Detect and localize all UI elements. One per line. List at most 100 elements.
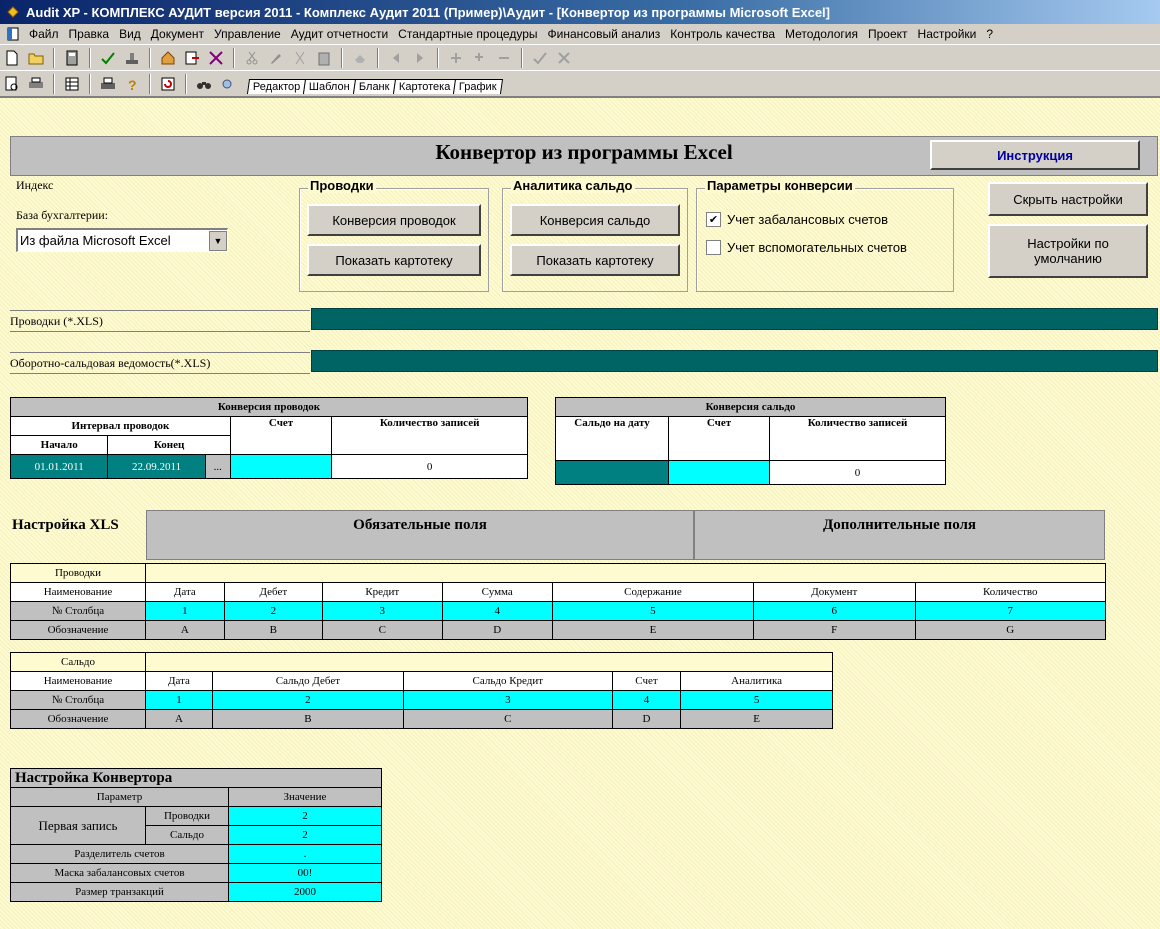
paste-icon[interactable]: [313, 47, 335, 69]
excel-icon[interactable]: [205, 47, 227, 69]
xls-p-sym: F: [752, 620, 916, 640]
xls-p-col-input[interactable]: 6: [752, 601, 916, 621]
xls-p-sym: A: [145, 620, 225, 640]
chevron-down-icon[interactable]: ▼: [209, 230, 227, 251]
xls-p-name: Кредит: [321, 582, 443, 602]
document-icon[interactable]: [6, 27, 20, 41]
binoculars-icon[interactable]: [193, 73, 215, 95]
date-picker-button[interactable]: ...: [204, 454, 231, 479]
convert-saldo-button[interactable]: Конверсия сальдо: [510, 204, 680, 236]
base-label: База бухгалтерии:: [16, 208, 109, 222]
refresh-icon[interactable]: [157, 73, 179, 95]
tab-form[interactable]: Бланк: [353, 78, 396, 94]
first-saldo-input[interactable]: 2: [228, 825, 382, 845]
menu-help[interactable]: ?: [981, 27, 998, 41]
check-icon[interactable]: [97, 47, 119, 69]
menu-control[interactable]: Управление: [209, 27, 286, 41]
convert-provodki-button[interactable]: Конверсия проводок: [307, 204, 481, 236]
menu-audit-reporting[interactable]: Аудит отчетности: [286, 27, 393, 41]
table-icon[interactable]: [61, 73, 83, 95]
start-date-input[interactable]: 01.01.2011: [9, 454, 109, 479]
add-sub-icon[interactable]: [469, 47, 491, 69]
first-provodki-input[interactable]: 2: [228, 806, 382, 826]
offbalance-mask-input[interactable]: 00!: [228, 863, 382, 883]
default-settings-button[interactable]: Настройки по умолчанию: [988, 224, 1148, 278]
account-input[interactable]: [229, 454, 333, 479]
xls-p-col-input[interactable]: 7: [914, 601, 1106, 621]
xls-saldo-spacer: [145, 652, 833, 672]
scissors-icon[interactable]: [289, 47, 311, 69]
xls-s-col-input[interactable]: 4: [611, 690, 682, 710]
osv-file-input[interactable]: [311, 350, 1158, 372]
transaction-size-input[interactable]: 2000: [228, 882, 382, 902]
menu-settings[interactable]: Настройки: [913, 27, 982, 41]
new-icon[interactable]: [1, 47, 23, 69]
print-icon[interactable]: [25, 73, 47, 95]
menu-standard-procedures[interactable]: Стандартные процедуры: [393, 27, 542, 41]
base-select[interactable]: Из файла Microsoft Excel ▼: [16, 228, 228, 252]
prev-icon[interactable]: [385, 47, 407, 69]
printer-icon[interactable]: [97, 73, 119, 95]
add-icon[interactable]: [445, 47, 467, 69]
menu-document[interactable]: Документ: [146, 27, 209, 41]
offbalance-checkbox[interactable]: ✔: [706, 212, 721, 227]
xls-s-col-input[interactable]: 1: [145, 690, 213, 710]
end-date-input[interactable]: 22.09.2011: [107, 454, 206, 479]
open-folder-icon[interactable]: [25, 47, 47, 69]
saldo-date-input[interactable]: [555, 460, 669, 485]
cut-icon[interactable]: [241, 47, 263, 69]
home-icon[interactable]: [157, 47, 179, 69]
toolbar-separator: [53, 73, 55, 94]
next-icon[interactable]: [409, 47, 431, 69]
menu-methodology[interactable]: Методология: [780, 27, 863, 41]
xls-p-col-input[interactable]: 4: [441, 601, 553, 621]
xls-p-sym: D: [441, 620, 553, 640]
saldo-account-input[interactable]: [668, 460, 770, 485]
tab-card-index[interactable]: Картотека: [392, 78, 457, 94]
menu-view[interactable]: Вид: [114, 27, 146, 41]
stamp-icon[interactable]: [121, 47, 143, 69]
param-header: Параметр: [10, 787, 229, 807]
xls-p-col-input[interactable]: 1: [145, 601, 225, 621]
cancel-icon[interactable]: [553, 47, 575, 69]
calculator-icon[interactable]: [61, 47, 83, 69]
xls-provodki-spacer: [145, 563, 1106, 583]
provodki-file-label: Проводки (*.XLS): [10, 310, 310, 332]
preview-icon[interactable]: [1, 73, 23, 95]
xls-saldo-table: Сальдо Наименование Дата Сальдо Дебет Са…: [10, 652, 833, 729]
menu-financial-analysis[interactable]: Финансовый анализ: [543, 27, 666, 41]
offbalance-checkbox-row[interactable]: ✔ Учет забалансовых счетов: [706, 212, 888, 227]
xls-s-name: Аналитика: [680, 671, 833, 691]
confirm-icon[interactable]: [529, 47, 551, 69]
xls-p-col-input[interactable]: 5: [551, 601, 754, 621]
tab-chart[interactable]: График: [452, 78, 503, 94]
remove-icon[interactable]: [493, 47, 515, 69]
saldo-date-header: Сальдо на дату: [555, 416, 669, 461]
menu-file[interactable]: Файл: [24, 27, 64, 41]
xls-s-col-input[interactable]: 5: [680, 690, 833, 710]
tab-editor[interactable]: Редактор: [246, 78, 307, 94]
auxiliary-checkbox-row[interactable]: Учет вспомогательных счетов: [706, 240, 907, 255]
account-separator-input[interactable]: .: [228, 844, 382, 864]
instruction-button[interactable]: Инструкция: [930, 140, 1140, 170]
menu-bar: Файл Правка Вид Документ Управление Ауди…: [0, 24, 1160, 44]
xls-s-col-input[interactable]: 3: [402, 690, 613, 710]
help-icon[interactable]: ?: [121, 73, 143, 95]
xls-s-col-input[interactable]: 2: [211, 690, 404, 710]
provodki-file-input[interactable]: [311, 308, 1158, 330]
menu-edit[interactable]: Правка: [64, 27, 115, 41]
converter-settings-table: Настройка Конвертора Параметр Значение П…: [10, 768, 382, 902]
show-saldo-card-button[interactable]: Показать картотеку: [510, 244, 680, 276]
find-next-icon[interactable]: [217, 73, 239, 95]
brush-icon[interactable]: [265, 47, 287, 69]
eraser-icon[interactable]: [349, 47, 371, 69]
menu-quality-control[interactable]: Контроль качества: [665, 27, 780, 41]
export-icon[interactable]: [181, 47, 203, 69]
show-provodki-card-button[interactable]: Показать картотеку: [307, 244, 481, 276]
xls-p-col-input[interactable]: 2: [223, 601, 323, 621]
xls-p-col-input[interactable]: 3: [321, 601, 443, 621]
menu-project[interactable]: Проект: [863, 27, 913, 41]
tab-template[interactable]: Шаблон: [303, 78, 357, 94]
hide-settings-button[interactable]: Скрыть настройки: [988, 182, 1148, 216]
auxiliary-checkbox[interactable]: [706, 240, 721, 255]
